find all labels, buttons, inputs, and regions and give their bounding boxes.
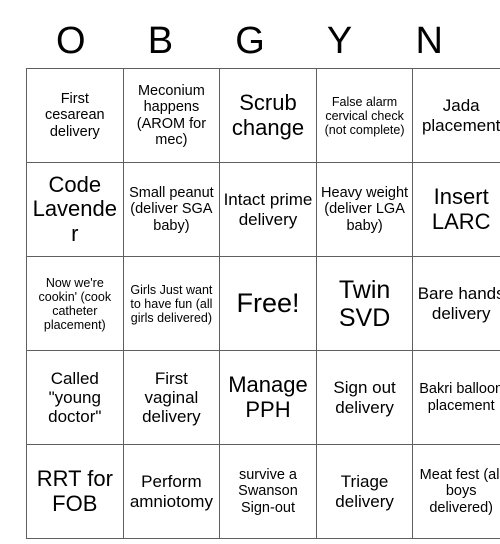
bingo-cell-3-1[interactable]: First vaginal delivery [122,350,221,445]
bingo-cell-1-3[interactable]: Heavy weight (deliver LGA baby) [315,162,414,257]
bingo-cell-label: Girls Just want to have fun (all girls d… [130,282,213,325]
bingo-cell-label: Sign out delivery [333,378,396,417]
bingo-header-letter-1: B [147,20,174,62]
bingo-header-row: O B G Y N [26,14,474,68]
bingo-cell-2-3[interactable]: Twin SVD [315,256,414,351]
bingo-cell-1-1[interactable]: Small peanut (deliver SGA baby) [122,162,221,257]
bingo-cell-label: Called "young doctor" [48,368,102,427]
bingo-card-page: O B G Y N First cesarean delivery Meconi… [0,0,500,544]
bingo-cell-label: Bakri balloon placement [419,381,500,414]
bingo-card: O B G Y N First cesarean delivery Meconi… [26,14,500,539]
bingo-cell-4-3[interactable]: Triage delivery [315,444,414,539]
bingo-cell-label: Jada placement [421,96,500,135]
bingo-cell-label: Heavy weight (deliver LGA baby) [321,185,409,234]
bingo-cell-label: First vaginal delivery [142,368,201,427]
bingo-header-letter-4: N [415,20,443,62]
bingo-cell-0-3[interactable]: False alarm cervical check (not complete… [315,68,414,163]
bingo-row-4: RRT for FOB Perform amniotomy survive a … [26,444,500,539]
bingo-cell-4-0[interactable]: RRT for FOB [26,444,124,539]
bingo-cell-label: Bare hands delivery [417,284,500,323]
bingo-header-letter-0: O [56,20,86,62]
bingo-cell-label: RRT for FOB [36,465,113,516]
bingo-cell-label: Intact prime delivery [223,190,313,229]
bingo-cell-label: Manage PPH [228,371,308,422]
bingo-cell-label: False alarm cervical check (not complete… [324,94,405,137]
bingo-cell-1-4[interactable]: Insert LARC [412,162,500,257]
bingo-cell-4-2[interactable]: survive a Swanson Sign-out [219,444,317,539]
bingo-cell-label: First cesarean delivery [44,91,105,140]
bingo-cell-0-2[interactable]: Scrub change [219,68,317,163]
bingo-cell-1-0[interactable]: Code Lavender [26,162,124,257]
bingo-cell-2-0[interactable]: Now we're cookin' (cook catheter placeme… [26,256,124,351]
bingo-cell-4-4[interactable]: Meat fest (all boys delivered) [412,444,500,539]
bingo-cell-4-1[interactable]: Perform amniotomy [122,444,221,539]
bingo-cell-label: Twin SVD [338,275,391,332]
bingo-row-2: Now we're cookin' (cook catheter placeme… [26,256,500,351]
bingo-cell-0-1[interactable]: Meconium happens (AROM for mec) [122,68,221,163]
bingo-header-letter-3: Y [326,20,353,62]
bingo-cell-1-2[interactable]: Intact prime delivery [219,162,317,257]
bingo-cell-3-2[interactable]: Manage PPH [219,350,317,445]
bingo-cell-0-4[interactable]: Jada placement [412,68,500,163]
bingo-cell-label: Small peanut (deliver SGA baby) [129,185,214,234]
bingo-cell-label: Insert LARC [431,183,491,234]
bingo-cell-3-3[interactable]: Sign out delivery [315,350,414,445]
bingo-cell-label: Meconium happens (AROM for mec) [136,83,207,148]
bingo-cell-2-4[interactable]: Bare hands delivery [412,256,500,351]
bingo-cell-2-1[interactable]: Girls Just want to have fun (all girls d… [122,256,221,351]
bingo-cell-label: Perform amniotomy [129,472,213,511]
bingo-row-1: Code Lavender Small peanut (deliver SGA … [26,162,500,257]
bingo-cell-label: Meat fest (all boys delivered) [419,467,500,516]
bingo-row-0: First cesarean delivery Meconium happens… [26,68,500,163]
bingo-cell-label: Triage delivery [335,472,394,511]
bingo-cell-label: Code Lavender [32,171,117,246]
bingo-free-space-cell[interactable]: Free! [219,256,317,351]
bingo-free-space-label: Free! [236,288,300,319]
bingo-header-letter-2: G [235,20,265,62]
bingo-cell-3-4[interactable]: Bakri balloon placement [412,350,500,445]
bingo-cell-0-0[interactable]: First cesarean delivery [26,68,124,163]
bingo-cell-label: survive a Swanson Sign-out [238,467,298,516]
bingo-cell-3-0[interactable]: Called "young doctor" [26,350,124,445]
bingo-cell-label: Scrub change [231,89,305,140]
bingo-grid: First cesarean delivery Meconium happens… [26,68,500,539]
bingo-cell-label: Now we're cookin' (cook catheter placeme… [38,275,112,332]
bingo-row-3: Called "young doctor" First vaginal deli… [26,350,500,445]
